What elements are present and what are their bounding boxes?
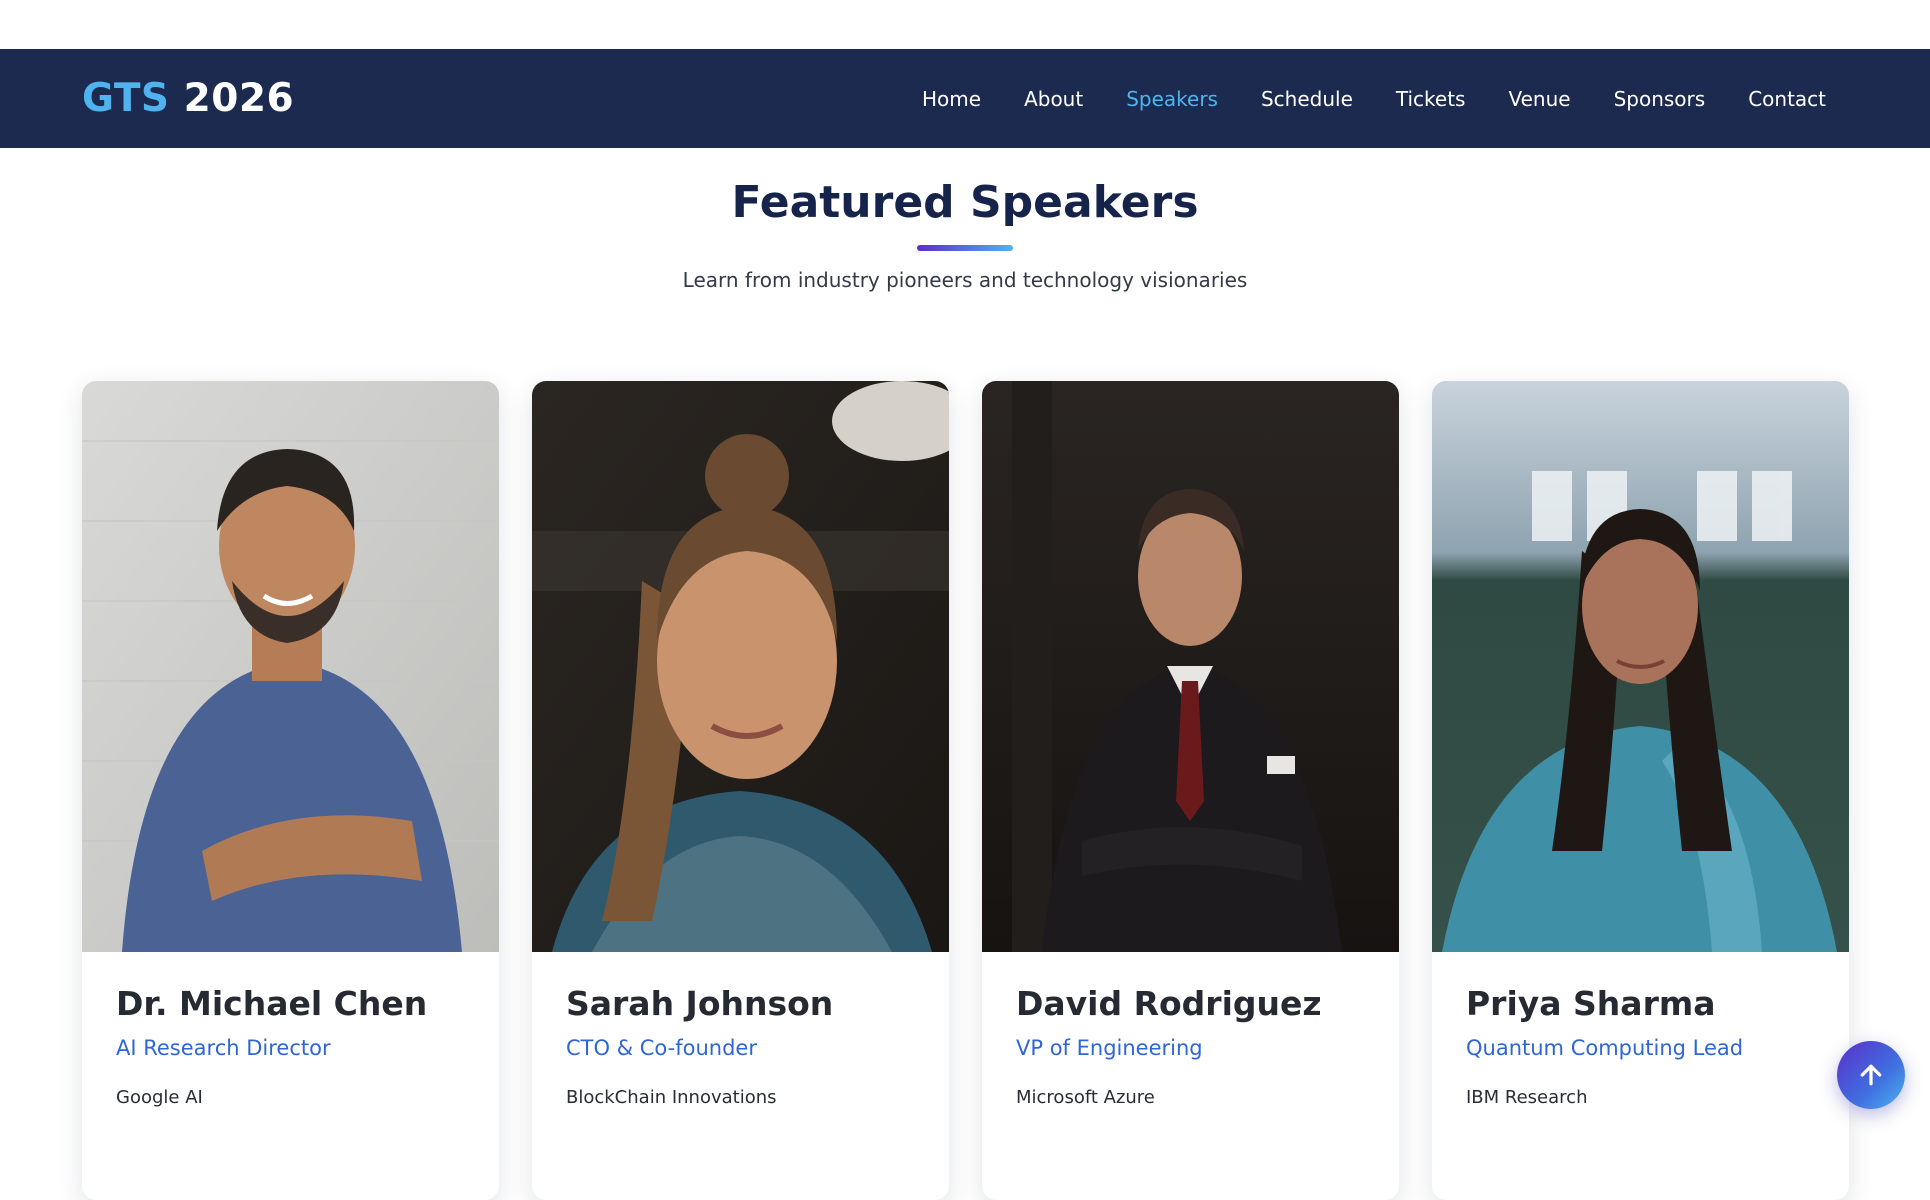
speaker-photo	[982, 381, 1399, 952]
nav-link-about[interactable]: About	[1024, 87, 1083, 111]
speaker-photo	[532, 381, 949, 952]
speaker-card[interactable]: Sarah Johnson CTO & Co-founder BlockChai…	[532, 381, 949, 1200]
speaker-company: Microsoft Azure	[1016, 1087, 1155, 1109]
speaker-name: Priya Sharma	[1466, 984, 1716, 1023]
top-spacer	[0, 0, 1930, 49]
speaker-name: Sarah Johnson	[566, 984, 834, 1023]
speaker-role: Quantum Computing Lead	[1466, 1036, 1744, 1061]
logo-prefix: GTS	[82, 76, 170, 121]
nav-link-speakers[interactable]: Speakers	[1126, 87, 1218, 111]
section-title: Featured Speakers	[731, 177, 1199, 228]
speaker-role: AI Research Director	[116, 1036, 331, 1061]
speaker-role: CTO & Co-founder	[566, 1036, 757, 1061]
title-underline	[917, 245, 1013, 251]
speaker-company: Google AI	[116, 1087, 203, 1109]
nav-link-home[interactable]: Home	[922, 87, 981, 111]
speaker-photo-image	[982, 381, 1399, 952]
speaker-cards: Dr. Michael Chen AI Research Director Go…	[82, 381, 1849, 1200]
speaker-info: Priya Sharma Quantum Computing Lead IBM …	[1432, 952, 1849, 1108]
speaker-card[interactable]: Priya Sharma Quantum Computing Lead IBM …	[1432, 381, 1849, 1200]
nav-link-tickets[interactable]: Tickets	[1396, 87, 1466, 111]
navbar: GTS 2026 Home About Speakers Schedule Ti…	[0, 49, 1930, 148]
speaker-card[interactable]: Dr. Michael Chen AI Research Director Go…	[82, 381, 499, 1200]
arrow-up-icon	[1860, 1064, 1882, 1086]
nav-link-contact[interactable]: Contact	[1748, 87, 1826, 111]
main-nav: Home About Speakers Schedule Tickets Ven…	[879, 87, 1826, 111]
speaker-photo-image	[82, 381, 499, 952]
site-logo[interactable]: GTS 2026	[82, 76, 294, 121]
nav-link-schedule[interactable]: Schedule	[1261, 87, 1353, 111]
speaker-photo-image	[532, 381, 949, 952]
scroll-to-top-button[interactable]	[1837, 1041, 1905, 1109]
speaker-info: Dr. Michael Chen AI Research Director Go…	[82, 952, 499, 1108]
speaker-photo-image	[1432, 381, 1849, 952]
section-subtitle: Learn from industry pioneers and technol…	[682, 268, 1248, 292]
speaker-info: David Rodriguez VP of Engineering Micros…	[982, 952, 1399, 1108]
speakers-section: Featured Speakers Learn from industry pi…	[0, 148, 1930, 1200]
speaker-role: VP of Engineering	[1016, 1036, 1203, 1061]
speaker-photo	[1432, 381, 1849, 952]
speaker-company: BlockChain Innovations	[566, 1087, 777, 1109]
nav-link-venue[interactable]: Venue	[1508, 87, 1570, 111]
speaker-name: Dr. Michael Chen	[116, 984, 428, 1023]
speaker-card[interactable]: David Rodriguez VP of Engineering Micros…	[982, 381, 1399, 1200]
speaker-company: IBM Research	[1466, 1087, 1588, 1109]
logo-year: 2026	[183, 76, 295, 121]
speaker-info: Sarah Johnson CTO & Co-founder BlockChai…	[532, 952, 949, 1108]
speaker-name: David Rodriguez	[1016, 984, 1322, 1023]
speaker-photo	[82, 381, 499, 952]
nav-link-sponsors[interactable]: Sponsors	[1614, 87, 1706, 111]
